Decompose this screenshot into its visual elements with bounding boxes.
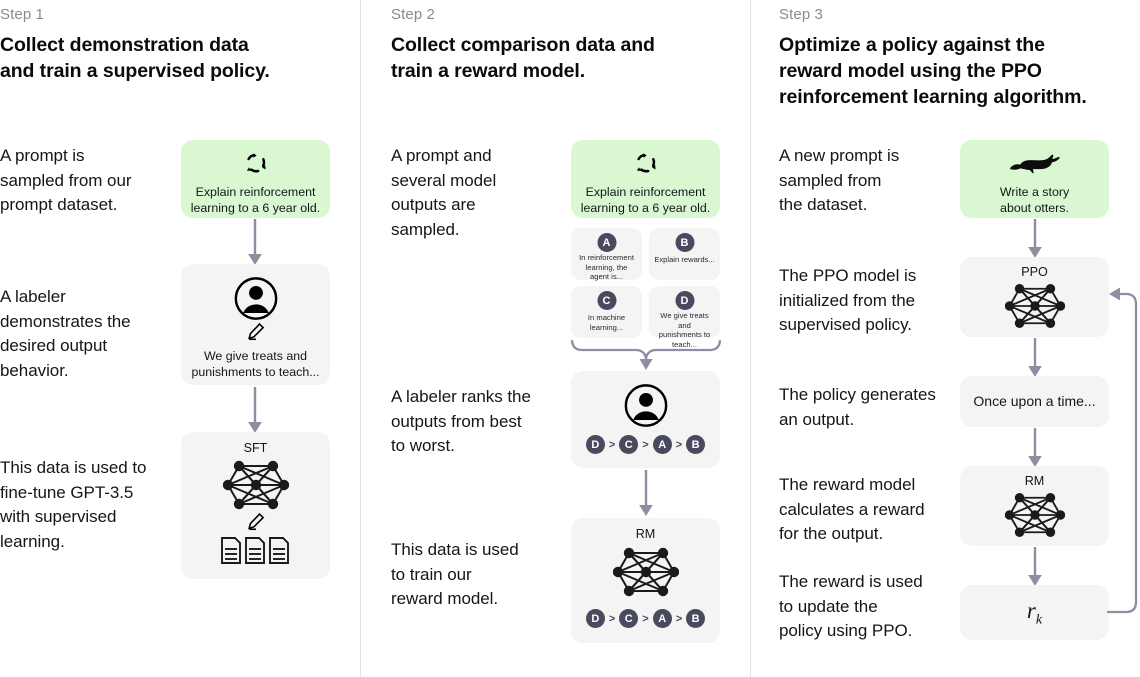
rank-badge-3: A	[652, 609, 672, 628]
rank-badge-4: B	[686, 435, 706, 454]
rank-badge-1: D	[585, 435, 605, 454]
neural-network-icon	[612, 547, 679, 597]
step-1-paragraph-1: A prompt is sampled from our prompt data…	[0, 146, 132, 214]
step-1-paragraph-2: A labeler demonstrates the desired outpu…	[0, 287, 131, 380]
step-2-prompt-card[interactable]: Explain reinforcement learning to a 6 ye…	[571, 140, 720, 218]
option-badge-d: D	[675, 291, 694, 310]
step-2-option-c[interactable]: C In machine learning...	[571, 286, 642, 338]
step-2-prompt-caption: Explain reinforcement learning to a 6 ye…	[580, 185, 711, 215]
step-3-paragraph-4: The reward model calculates a reward for…	[779, 475, 925, 543]
step-1-title: Collect demonstration data and train a s…	[0, 32, 340, 84]
rank-sep-1: >	[608, 438, 616, 451]
step-1-sft-title: SFT	[243, 441, 268, 455]
step-3-arrow-1	[1028, 219, 1042, 258]
step-3-rm-title: RM	[1024, 474, 1045, 488]
step-2-option-d[interactable]: D We give treats and punishments to teac…	[649, 286, 720, 349]
step-1-arrow-2	[248, 387, 262, 433]
step-2-arrow-to-rm	[639, 470, 653, 516]
step-2-title: Collect comparison data and train a rewa…	[391, 32, 701, 84]
step-2-column: Step 2 Collect comparison data and train…	[361, 0, 751, 677]
step-2-paragraph-2: A labeler ranks the outputs from best to…	[391, 387, 531, 455]
step-3-arrow-4	[1028, 547, 1042, 586]
rank-sep-1: >	[608, 612, 616, 625]
step-2-merge-brace-arrow	[570, 339, 722, 370]
rank-badge-2: C	[619, 435, 639, 454]
neural-network-icon	[1004, 493, 1065, 537]
rank-badge-3: A	[652, 435, 672, 454]
option-badge-b: B	[675, 233, 694, 252]
step-3-arrow-3	[1028, 428, 1042, 467]
step-1-title-line2: and train a supervised policy.	[0, 60, 270, 82]
step-2-option-b[interactable]: B Explain rewards...	[649, 228, 720, 280]
step-3-arrow-2	[1028, 338, 1042, 377]
otter-icon	[1009, 154, 1060, 174]
step-2-title-line1: Collect comparison data and	[391, 34, 655, 56]
labeler-person-icon	[234, 277, 277, 320]
step-3-paragraph-5: The reward is used to update the policy …	[779, 572, 923, 640]
option-text-a: In reinforcement learning, the agent is.…	[579, 253, 634, 282]
step-3-prompt-card[interactable]: Write a story about otters.	[960, 140, 1109, 218]
step-3-prompt-caption: Write a story about otters.	[999, 185, 1070, 215]
neural-network-icon	[1004, 284, 1065, 328]
step-3-title: Optimize a policy against the reward mod…	[779, 32, 1119, 110]
step-2-labeler-ranking: D > C > A > B	[571, 435, 720, 454]
rank-sep-2: >	[642, 438, 649, 451]
rlhf-diagram: Step 1 Collect demonstration data and tr…	[0, 0, 1140, 677]
pencil-edit-icon	[247, 322, 264, 341]
pencil-edit-icon	[247, 512, 264, 531]
step-2-rm-card[interactable]: RM D > C > A > B	[571, 518, 720, 643]
step-1-paragraph-3: This data is used to fine-tune GPT-3.5 w…	[0, 458, 147, 551]
rank-sep-3: >	[675, 438, 683, 451]
reward-symbol: r	[1026, 598, 1036, 623]
step-2-labeler-card[interactable]: D > C > A > B	[571, 371, 720, 468]
step-2-rm-ranking: D > C > A > B	[571, 609, 720, 628]
step-3-ppo-card[interactable]: PPO	[960, 257, 1109, 337]
step-3-paragraph-3: The policy generates an output.	[779, 385, 936, 429]
option-badge-a: A	[597, 233, 616, 252]
step-1-column: Step 1 Collect demonstration data and tr…	[0, 0, 361, 677]
step-3-rm-card[interactable]: RM	[960, 466, 1109, 546]
step-1-prompt-caption: Explain reinforcement learning to a 6 ye…	[190, 185, 321, 215]
neural-network-icon	[222, 460, 289, 510]
step-3-output-text: Once upon a time...	[973, 393, 1096, 409]
rank-badge-1: D	[585, 609, 605, 628]
step-1-arrow-1	[248, 219, 262, 265]
step-3-paragraph-1: A new prompt is sampled from the dataset…	[779, 146, 900, 214]
step-3-title-line3: reinforcement learning algorithm.	[779, 86, 1087, 108]
option-text-c: In machine learning...	[587, 313, 626, 332]
rank-badge-4: B	[686, 609, 706, 628]
step-2-paragraph-1: A prompt and several model outputs are s…	[391, 146, 497, 239]
reward-subscript: k	[1035, 612, 1043, 628]
step-1-label: Step 1	[0, 6, 44, 23]
step-3-feedback-loop-arrow	[1106, 287, 1138, 614]
step-3-ppo-title: PPO	[1021, 265, 1048, 279]
step-3-reward-value: rk	[960, 598, 1109, 629]
step-3-paragraph-2: The PPO model is initialized from the su…	[779, 266, 917, 334]
step-3-column: Step 3 Optimize a policy against the rew…	[751, 0, 1140, 677]
step-2-rm-title: RM	[635, 527, 656, 541]
labeler-person-icon	[624, 384, 667, 427]
refresh-cycle-icon	[246, 153, 266, 173]
step-3-title-line2: reward model using the PPO	[779, 60, 1042, 82]
step-3-title-line1: Optimize a policy against the	[779, 34, 1045, 56]
step-1-title-line1: Collect demonstration data	[0, 34, 249, 56]
rank-sep-2: >	[642, 612, 649, 625]
step-2-option-a[interactable]: A In reinforcement learning, the agent i…	[571, 228, 642, 282]
step-1-prompt-card[interactable]: Explain reinforcement learning to a 6 ye…	[181, 140, 330, 218]
step-3-reward-card[interactable]: rk	[960, 585, 1109, 640]
step-2-paragraph-3: This data is used to train our reward mo…	[391, 540, 519, 608]
step-1-labeler-caption: We give treats and punishments to teach.…	[191, 349, 320, 379]
step-1-sft-card[interactable]: SFT	[181, 432, 330, 579]
step-1-labeler-card[interactable]: We give treats and punishments to teach.…	[181, 264, 330, 385]
documents-icon	[220, 537, 289, 564]
step-2-title-line2: train a reward model.	[391, 60, 586, 82]
option-text-b: Explain rewards...	[654, 255, 715, 264]
rank-sep-3: >	[675, 612, 683, 625]
step-3-output-card[interactable]: Once upon a time...	[960, 376, 1109, 427]
refresh-cycle-icon	[636, 153, 656, 173]
step-3-label: Step 3	[779, 6, 823, 23]
step-2-label: Step 2	[391, 6, 435, 23]
rank-badge-2: C	[619, 609, 639, 628]
option-badge-c: C	[597, 291, 616, 310]
